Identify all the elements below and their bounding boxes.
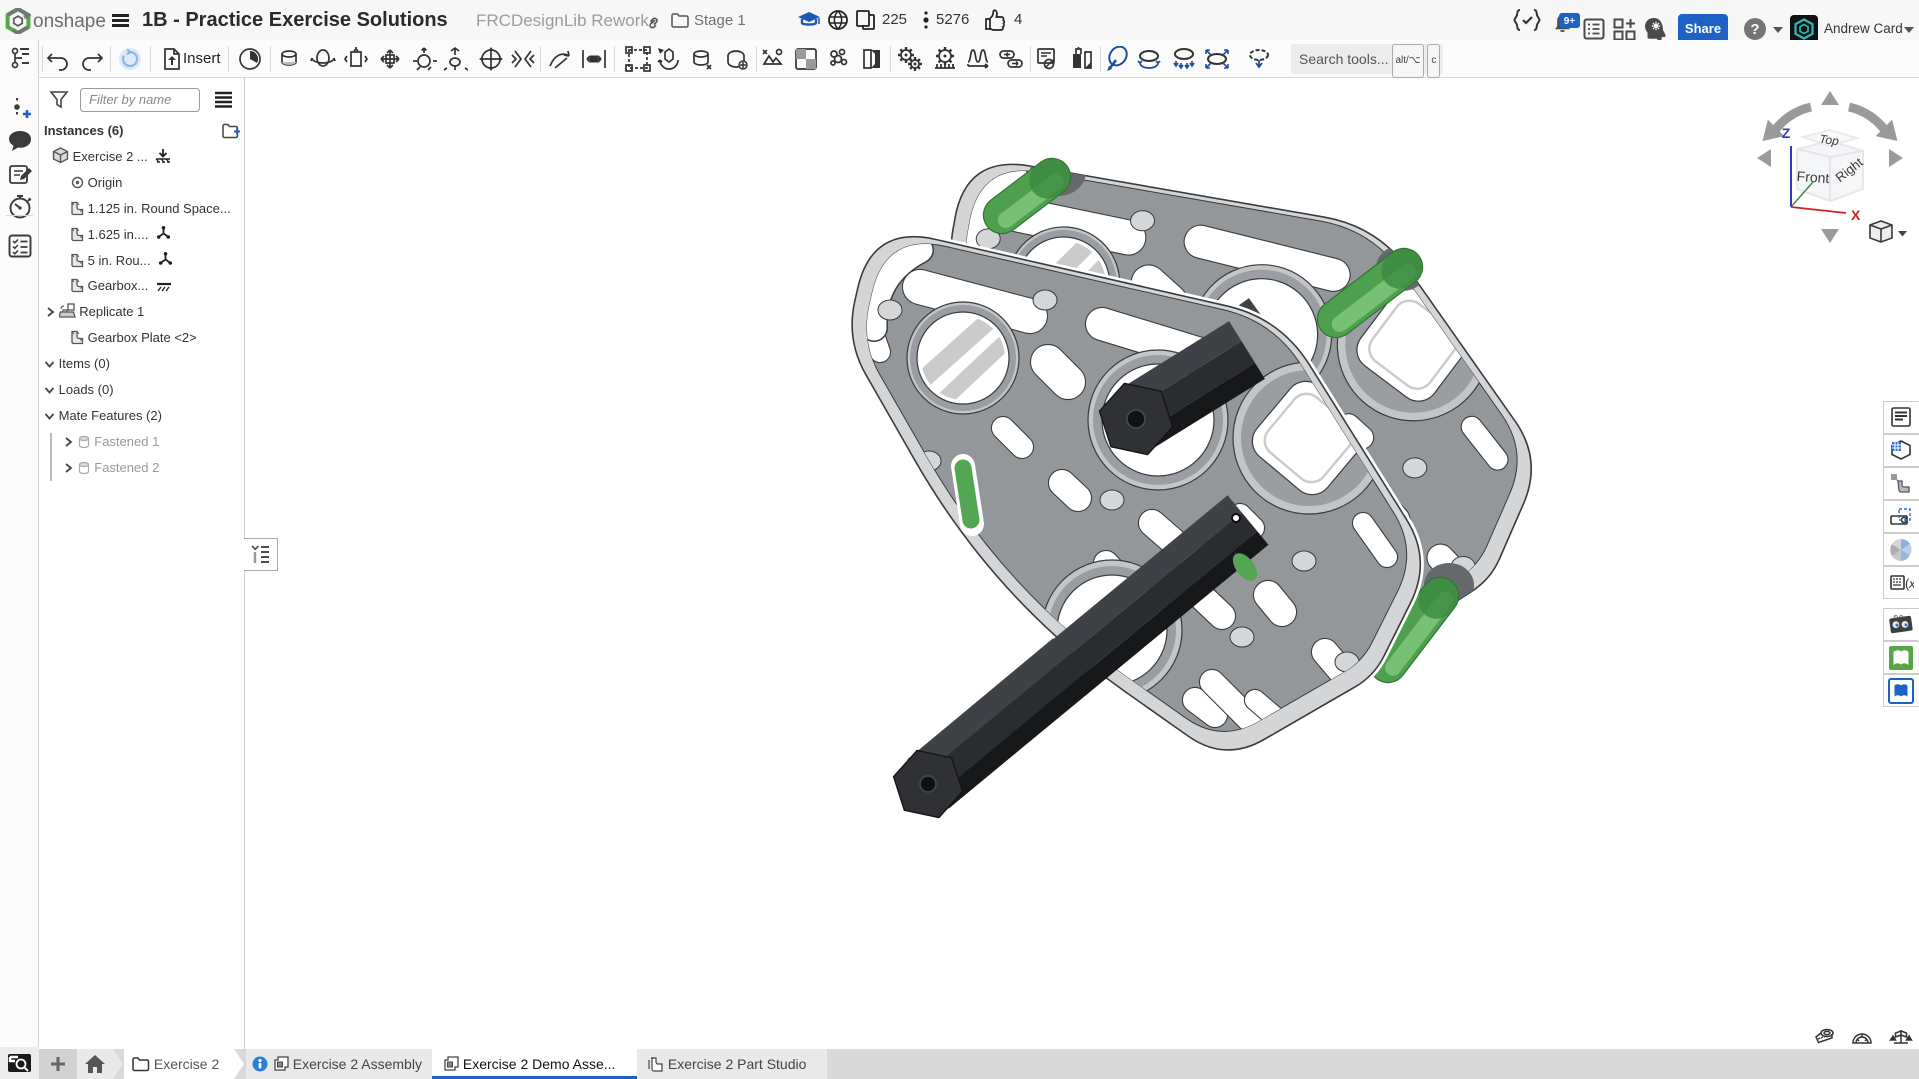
svg-text:Front: Front: [1796, 168, 1830, 186]
svg-text:?: ?: [1750, 21, 1759, 38]
svg-text:x): x): [1908, 576, 1914, 591]
svg-text:⚙⚙: ⚙⚙: [1893, 614, 1904, 621]
svg-text:Z: Z: [1782, 125, 1791, 141]
svg-text:X: X: [1851, 207, 1861, 223]
svg-text:Top: Top: [1818, 132, 1840, 149]
